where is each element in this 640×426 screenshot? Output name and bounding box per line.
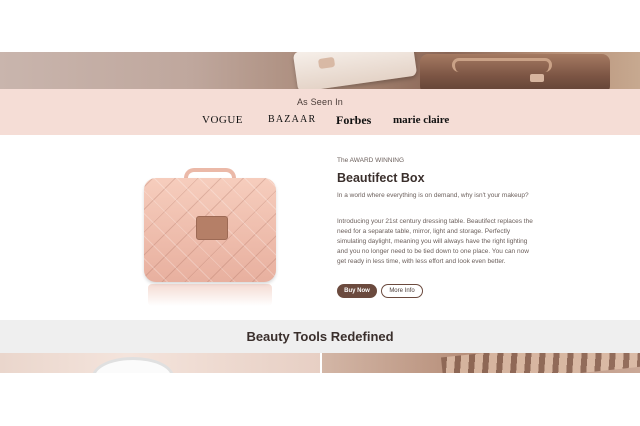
beautifect-box-image [140,150,280,310]
marie-claire-logo: marie claire [393,114,450,126]
hero-case-image [292,52,418,89]
forbes-logo: Forbes [336,113,372,127]
brushes-tile-image[interactable] [322,353,640,373]
product-description: Introducing your 21st century dressing t… [337,218,533,265]
more-info-button[interactable]: More Info [381,284,423,298]
buy-now-button[interactable]: Buy Now [337,284,377,298]
vogue-logo: VOGUE [202,114,243,126]
mirror-image [92,357,174,373]
bazaar-logo: BAZAAR [268,114,317,125]
box-logo-plate [196,216,228,240]
mirror-tile-image[interactable] [0,353,320,373]
as-seen-in-section: As Seen In VOGUE BAZAAR Forbes marie cla… [0,89,640,135]
award-eyebrow: The AWARD WINNING [337,157,405,164]
hero-box-clasp [530,74,544,82]
box-reflection [148,284,272,306]
beauty-tools-title: Beauty Tools Redefined [246,329,394,344]
hero-case-mark [317,56,336,70]
brushes-image [440,353,640,373]
as-seen-in-title: As Seen In [296,97,344,107]
beauty-tools-section: Beauty Tools Redefined [0,320,640,353]
product-title: Beautifect Box [337,171,425,185]
hero-box-handle [452,58,552,72]
hero-banner-image [0,52,640,89]
product-intro: In a world where everything is on demand… [337,192,529,199]
